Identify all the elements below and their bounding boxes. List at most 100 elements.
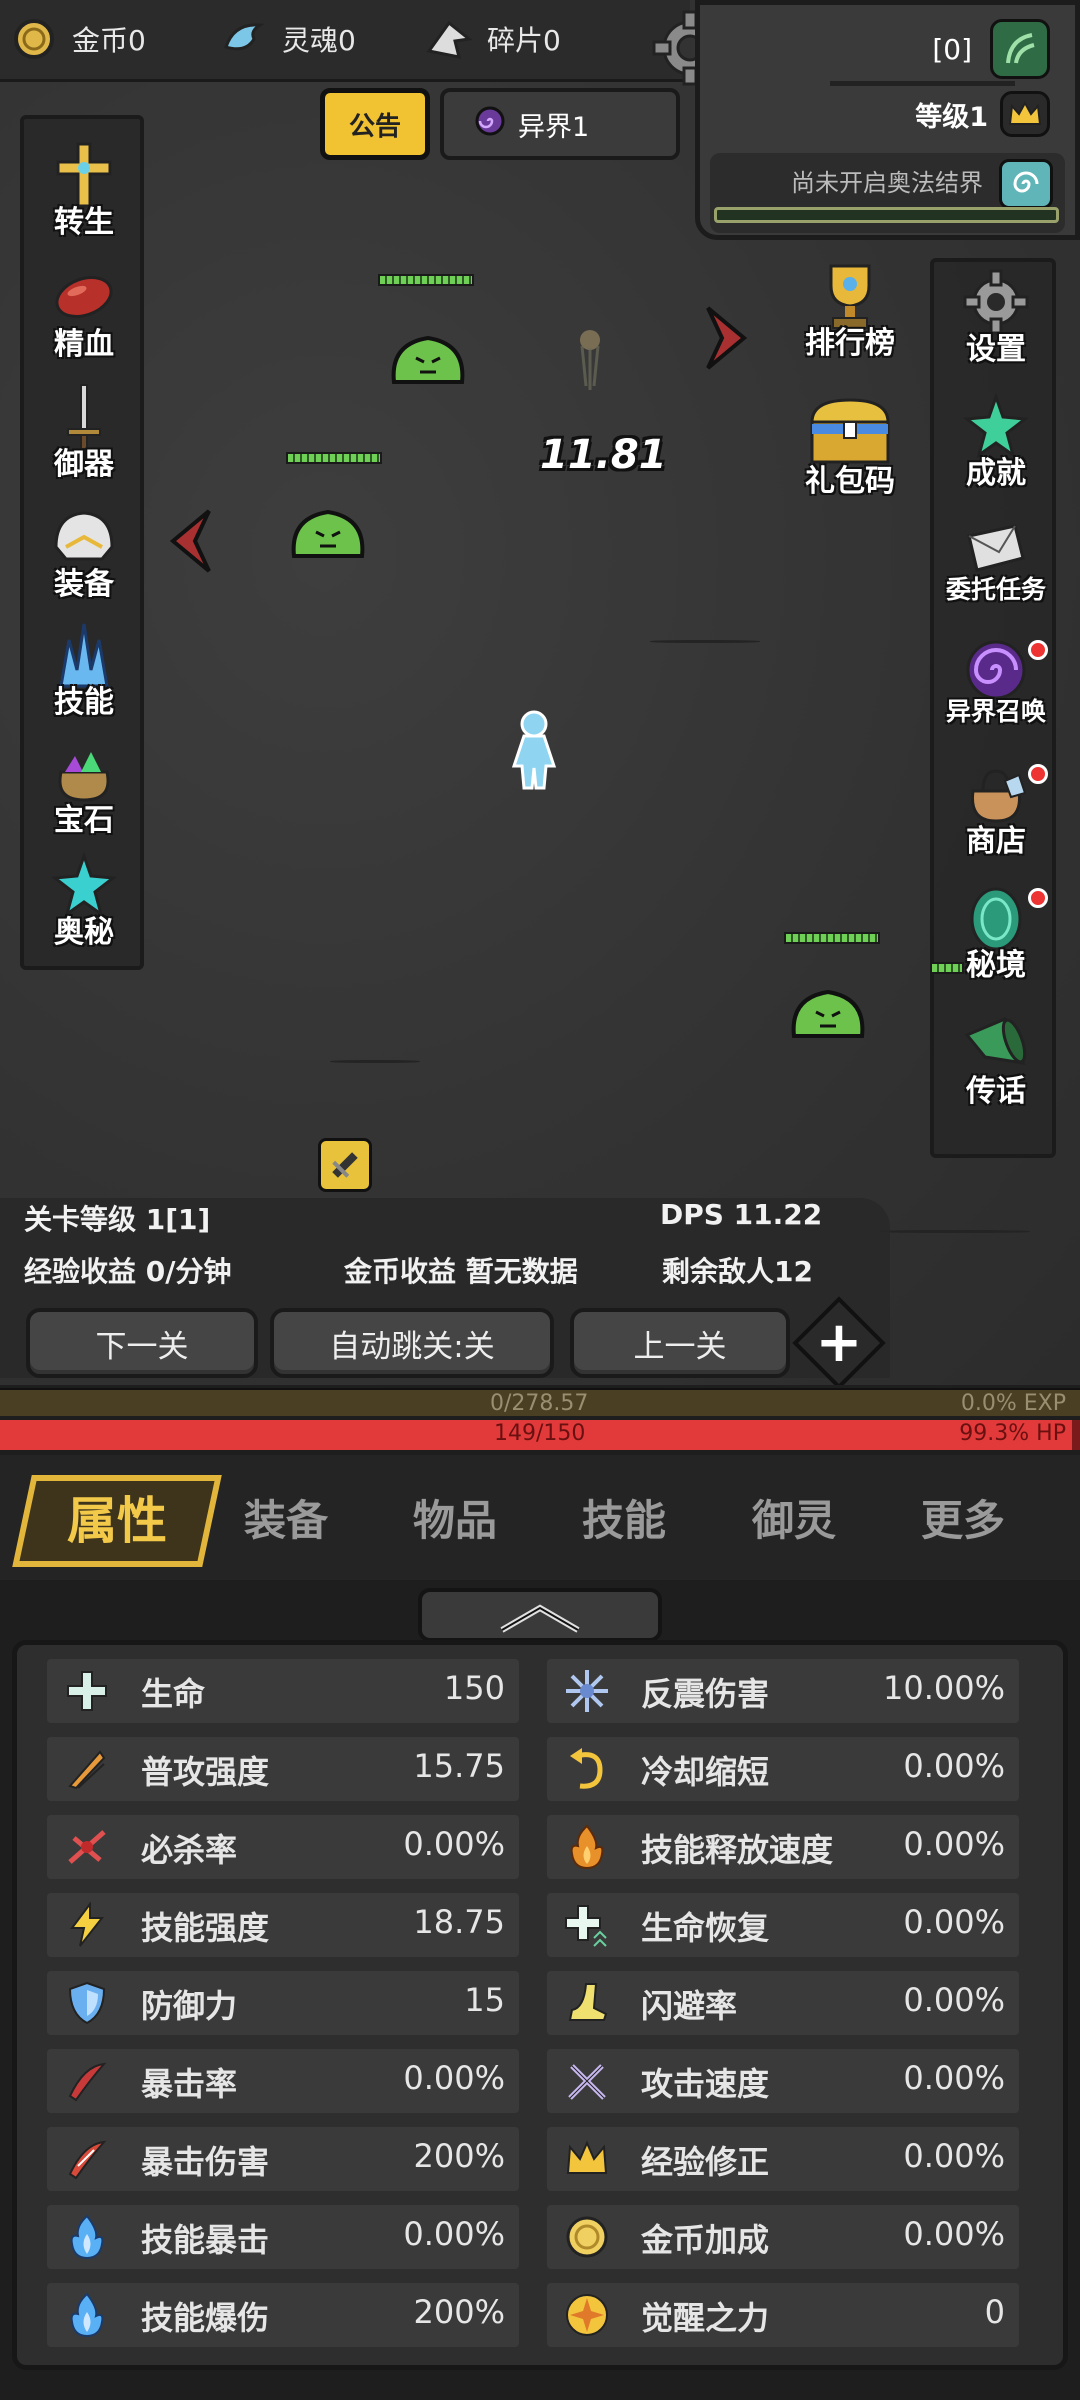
slime-enemy[interactable] xyxy=(290,508,366,560)
attribute-row[interactable]: 金币加成 0.00% xyxy=(547,2205,1019,2269)
right-menu: 设置 成就 委托任务 异界召唤 商店 秘境 传话 xyxy=(930,258,1056,1158)
attribute-value: 0 xyxy=(984,2293,1005,2331)
realm-button[interactable]: 异界1 xyxy=(440,88,680,160)
notification-dot xyxy=(1028,640,1048,660)
tab-bar: 属性 装备 物品 技能 御灵 更多 xyxy=(0,1455,1080,1580)
next-area-arrow-icon[interactable] xyxy=(702,302,752,374)
collapse-panel-button[interactable] xyxy=(418,1588,662,1642)
arcane-barrier-panel[interactable]: 尚未开启奥法结界 xyxy=(710,153,1065,233)
attribute-row[interactable]: 暴击伤害 200% xyxy=(47,2127,519,2191)
menu-gift-code[interactable]: 礼包码 xyxy=(785,390,915,500)
attribute-value: 200% xyxy=(413,2293,505,2331)
cooldown-arrow-icon xyxy=(561,1743,613,1795)
menu-skills[interactable]: 技能 xyxy=(24,619,144,729)
auto-skip-button[interactable]: 自动跳关:关 xyxy=(270,1308,554,1378)
menu-commissions[interactable]: 委托任务 xyxy=(936,512,1056,622)
attribute-row[interactable]: 技能暴击 0.00% xyxy=(47,2205,519,2269)
menu-weapon[interactable]: 御器 xyxy=(24,381,144,491)
attribute-name: 技能暴击 xyxy=(141,2221,270,2259)
attribute-name: 金币加成 xyxy=(641,2221,770,2259)
tab-attributes[interactable]: 属性 xyxy=(12,1475,222,1567)
prev-stage-button[interactable]: 上一关 xyxy=(570,1308,790,1378)
attribute-row[interactable]: 生命恢复 0.00% xyxy=(547,1893,1019,1957)
menu-broadcast[interactable]: 传话 xyxy=(936,1008,1056,1118)
notice-button[interactable]: 公告 xyxy=(320,88,430,160)
attribute-row[interactable]: 必杀率 0.00% xyxy=(47,1815,519,1879)
notification-dot xyxy=(1028,888,1048,908)
enemy-hp-bar xyxy=(784,932,880,944)
tab-more[interactable]: 更多 xyxy=(921,1487,1005,1548)
menu-rebirth[interactable]: 转生 xyxy=(24,139,144,249)
boot-icon xyxy=(561,1977,613,2029)
tab-spirits[interactable]: 御灵 xyxy=(752,1487,836,1548)
attribute-value: 0.00% xyxy=(903,2137,1005,2175)
attribute-row[interactable]: 暴击率 0.00% xyxy=(47,2049,519,2113)
menu-gems[interactable]: 宝石 xyxy=(24,737,144,847)
menu-equipment[interactable]: 装备 xyxy=(24,501,144,611)
attribute-name: 防御力 xyxy=(141,1987,238,2025)
exp-income: 经验收益 0/分钟 xyxy=(24,1255,232,1288)
crown-icon[interactable] xyxy=(1000,91,1050,137)
attribute-value: 0.00% xyxy=(903,1825,1005,1863)
slime-enemy[interactable] xyxy=(790,988,866,1040)
attribute-row[interactable]: 闪避率 0.00% xyxy=(547,1971,1019,2035)
attribute-row[interactable]: 技能强度 18.75 xyxy=(47,1893,519,1957)
menu-shop[interactable]: 商店 xyxy=(936,758,1056,868)
tab-skills[interactable]: 技能 xyxy=(582,1487,666,1548)
attribute-row[interactable]: 攻击速度 0.00% xyxy=(547,2049,1019,2113)
attribute-row[interactable]: 冷却缩短 0.00% xyxy=(547,1737,1019,1801)
attribute-row[interactable]: 反震伤害 10.00% xyxy=(547,1659,1019,1723)
currency-soul: 灵魂0 xyxy=(220,14,356,64)
blue-flame-icon xyxy=(61,2289,113,2341)
menu-ranking[interactable]: 排行榜 xyxy=(785,260,915,370)
battle-field: 金币0 灵魂0 碎片0 [0] 等级1 尚未开启奥法结界 公告 异界1 转生 精… xyxy=(0,0,1080,1385)
player-level: 等级1 xyxy=(915,101,988,133)
left-menu: 转生 精血 御器 装备 技能 宝石 奥秘 xyxy=(20,115,144,970)
ground-crack xyxy=(330,1060,420,1063)
slime-enemy[interactable] xyxy=(390,334,466,386)
attribute-value: 0.00% xyxy=(903,2059,1005,2097)
attribute-row[interactable]: 防御力 15 xyxy=(47,1971,519,2035)
player-bracket-text: [0] xyxy=(932,32,972,66)
projectile-icon xyxy=(580,330,600,390)
gold-income: 金币收益 暂无数据 xyxy=(344,1255,578,1288)
tab-items[interactable]: 物品 xyxy=(413,1487,497,1548)
attribute-row[interactable]: 生命 150 xyxy=(47,1659,519,1723)
prev-area-arrow-icon[interactable] xyxy=(165,505,215,577)
attribute-value: 0.00% xyxy=(903,1981,1005,2019)
regen-plus-icon xyxy=(561,1899,613,1951)
attribute-value: 150 xyxy=(443,1669,505,1707)
menu-secret-realm[interactable]: 秘境 xyxy=(936,882,1056,992)
player-emblem-icon[interactable] xyxy=(990,19,1050,79)
dropped-item[interactable] xyxy=(318,1138,372,1192)
notification-dot xyxy=(1028,764,1048,784)
attribute-value: 0.00% xyxy=(403,2215,505,2253)
gold-coin-icon xyxy=(561,2211,613,2263)
arcane-barrier-progress xyxy=(714,207,1059,223)
tab-equipment[interactable]: 装备 xyxy=(244,1487,328,1548)
menu-arcane[interactable]: 奥秘 xyxy=(24,849,144,959)
gold-coin-icon xyxy=(10,15,58,63)
attribute-name: 暴击率 xyxy=(141,2065,238,2103)
attribute-row[interactable]: 觉醒之力 0 xyxy=(547,2283,1019,2347)
menu-summon[interactable]: 异界召唤 xyxy=(936,634,1056,744)
exp-bar: 0/278.57 0.0% EXP xyxy=(0,1388,1080,1416)
menu-blood[interactable]: 精血 xyxy=(24,261,144,371)
shock-icon xyxy=(561,1665,613,1717)
attribute-row[interactable]: 经验修正 0.00% xyxy=(547,2127,1019,2191)
attribute-value: 0.00% xyxy=(403,2059,505,2097)
attribute-row[interactable]: 技能爆伤 200% xyxy=(47,2283,519,2347)
attribute-name: 觉醒之力 xyxy=(641,2299,770,2337)
next-stage-button[interactable]: 下一关 xyxy=(26,1308,258,1378)
attribute-value: 10.00% xyxy=(882,1669,1005,1707)
attribute-row[interactable]: 普攻强度 15.75 xyxy=(47,1737,519,1801)
attribute-name: 经验修正 xyxy=(641,2143,770,2181)
attribute-value: 200% xyxy=(413,2137,505,2175)
menu-achievements[interactable]: 成就 xyxy=(936,390,1056,500)
attribute-row[interactable]: 技能释放速度 0.00% xyxy=(547,1815,1019,1879)
crown-icon xyxy=(561,2133,613,2185)
fragment-icon xyxy=(425,15,473,63)
currency-fragment: 碎片0 xyxy=(425,14,561,64)
menu-settings[interactable]: 设置 xyxy=(936,266,1056,376)
enemies-left: 剩余敌人12 xyxy=(662,1255,813,1288)
